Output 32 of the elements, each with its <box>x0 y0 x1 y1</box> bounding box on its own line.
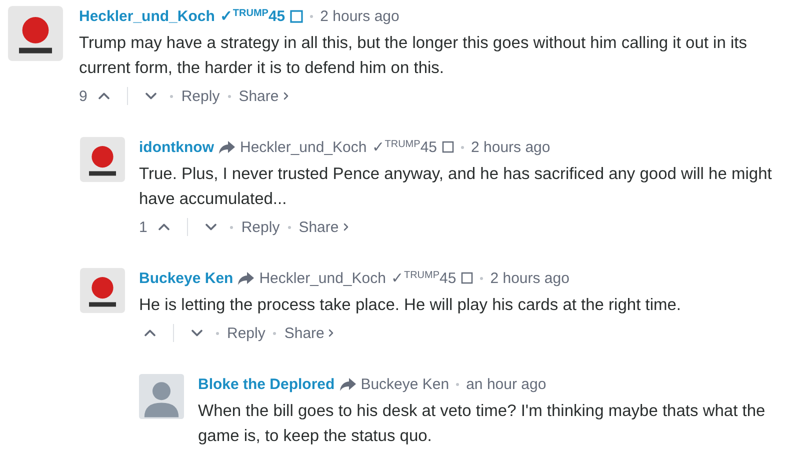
comment-text: Trump may have a strategy in all this, but the longer this goes without him calling it out in its current form, the harder it is to defend him on this. <box>79 33 748 79</box>
author-name[interactable]: Buckeye Ken <box>139 270 234 286</box>
share-link[interactable]: Share <box>298 218 352 236</box>
square-icon <box>290 10 304 22</box>
author-name[interactable]: Bloke the Deplored <box>198 376 335 392</box>
vote-count: 1 <box>139 218 148 236</box>
share-link[interactable]: Share <box>238 88 292 104</box>
square-icon <box>442 141 454 153</box>
reply-link[interactable]: Reply <box>227 324 266 342</box>
parent-author-link[interactable]: Heckler_und_Koch <box>259 270 386 286</box>
reply-arrow-icon <box>219 140 235 154</box>
square-icon <box>461 272 474 284</box>
author-name[interactable]: Heckler_und_Koch <box>79 8 215 24</box>
author-name[interactable]: idontknow <box>139 138 214 156</box>
reply-arrow-icon <box>238 272 254 284</box>
timestamp-link[interactable]: 2 hours ago <box>471 138 550 156</box>
vote-count: 9 <box>79 88 88 104</box>
comment-text: He is letting the process take place. He will play his cards at the right time. <box>139 295 682 316</box>
comment-text: True. Plus, I never trusted Pence anyway, and he has sacrificed any good will he might have accumulated... <box>139 164 773 210</box>
badge-label: ✓$^{TRUMP}$45 <box>372 138 437 156</box>
reply-link[interactable]: Reply <box>241 218 280 236</box>
timestamp-link[interactable]: 2 hours ago <box>490 270 570 286</box>
reply-link[interactable]: Reply <box>181 88 220 104</box>
share-link[interactable]: Share <box>284 324 338 342</box>
timestamp-link[interactable]: 2 hours ago <box>320 8 400 24</box>
reply-arrow-icon <box>340 378 356 390</box>
comment-text: When the bill goes to his desk at veto time? I'm thinking maybe thats what the game is, to keep the status quo. <box>198 401 766 447</box>
parent-author-link[interactable]: Buckeye Ken <box>360 376 450 392</box>
timestamp-link[interactable]: an hour ago <box>466 376 546 392</box>
badge-label: ✓$^{TRUMP}$45 <box>220 7 286 25</box>
parent-author-link[interactable]: Heckler_und_Koch <box>240 138 367 156</box>
badge-label: ✓$^{TRUMP}$45 <box>390 269 456 287</box>
